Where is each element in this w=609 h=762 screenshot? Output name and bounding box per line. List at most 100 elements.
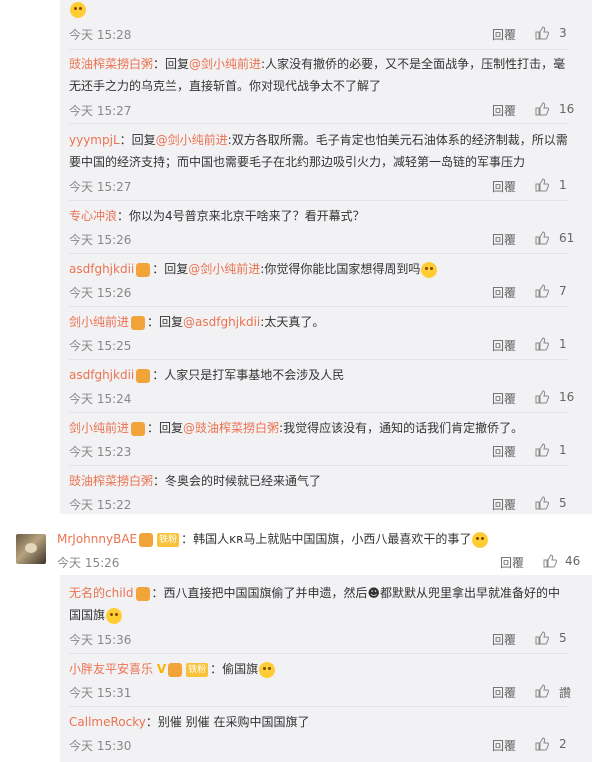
comment-prefix: ：回复 <box>153 57 190 71</box>
like-icon[interactable] <box>535 102 549 116</box>
like-icon[interactable] <box>535 337 549 351</box>
comment-text: ：偷国旗 <box>210 662 259 676</box>
like-icon[interactable] <box>535 496 549 510</box>
comment-user-link[interactable]: 小胖友平安喜乐 <box>69 662 153 676</box>
avatar[interactable] <box>16 534 46 564</box>
comment-time: 今天 15:31 <box>69 686 132 700</box>
comment-time: 今天 15:26 <box>57 556 120 570</box>
comment-item: 剑小纯前进 ：回复@豉油榨菜撈白粥:我觉得应该没有，通知的话我们肯定撤侨了。 今天… <box>69 417 569 466</box>
like-count: 讚 <box>559 686 572 700</box>
vip-badge-icon <box>131 421 146 436</box>
fan-badge: 铁粉 <box>157 532 180 547</box>
emoji-icon <box>472 531 489 548</box>
reply-button[interactable]: 回覆 <box>492 284 516 301</box>
fan-badge: 铁粉 <box>186 662 209 677</box>
like-count: 5 <box>559 631 567 645</box>
comment-text: ：你以为4号普京来北京干啥来了？看开幕式？ <box>117 209 365 223</box>
like-icon[interactable] <box>535 26 549 40</box>
comment-time: 今天 15:27 <box>69 104 132 118</box>
like-count: 16 <box>559 102 575 116</box>
comment-item: 无名的child ：西八直接把中国国旗偷了并申遗，然后☻都默默从兜里拿出早就准备好… <box>69 582 569 654</box>
like-count: 7 <box>559 284 567 298</box>
divider <box>69 253 569 254</box>
emoji-icon <box>259 661 276 678</box>
like-count: 1 <box>559 337 567 351</box>
reply-button[interactable]: 回覆 <box>492 337 516 354</box>
comment-user-link[interactable]: 剑小纯前进 <box>69 315 129 329</box>
like-icon[interactable] <box>535 737 549 751</box>
like-icon[interactable] <box>535 631 549 645</box>
comment-time: 今天 15:36 <box>69 633 132 647</box>
vip-badge-icon <box>135 586 150 601</box>
like-icon[interactable] <box>535 178 549 192</box>
like-icon[interactable] <box>535 443 549 457</box>
comment-user-link[interactable]: CallmeRocky <box>69 715 146 729</box>
mention-link[interactable]: @剑小纯前进 <box>189 57 261 71</box>
comment-item: 剑小纯前进 ：回复@asdfghjkdii:太天真了。 今天 15:25 回覆 1 <box>69 311 569 360</box>
reply-button[interactable]: 回覆 <box>492 178 516 195</box>
like-count: 46 <box>565 554 581 568</box>
reply-button[interactable]: 回覆 <box>492 390 516 407</box>
comment-prefix: ：回复 <box>152 262 189 276</box>
reply-button[interactable]: 回覆 <box>492 684 516 701</box>
like-count: 1 <box>559 178 567 192</box>
comment-time: 今天 15:28 <box>69 28 132 42</box>
like-count: 5 <box>559 496 567 510</box>
reply-button[interactable]: 回覆 <box>492 737 516 754</box>
comment-item: 小胖友平安喜乐 V 铁粉 ：偷国旗 今天 15:31 回覆 讚 <box>69 658 571 707</box>
comment-user-link[interactable]: 豉油榨菜撈白粥 <box>69 474 153 488</box>
comment-time: 今天 15:24 <box>69 392 132 406</box>
vip-badge-icon <box>136 368 151 383</box>
comment-user-link[interactable]: MrJohnnyBAE <box>57 532 137 546</box>
like-icon[interactable] <box>535 390 549 404</box>
comment-time: 今天 15:26 <box>69 233 132 247</box>
mention-link[interactable]: @剑小纯前进 <box>188 262 260 276</box>
comment-item: 专心冲浪：你以为4号普京来北京干啥来了？看开幕式？ 今天 15:26 回覆 61 <box>69 205 574 254</box>
like-count: 1 <box>559 443 567 457</box>
reply-button[interactable]: 回覆 <box>492 102 516 119</box>
comment-text: ：冬奥会的时候就已经来通气了 <box>153 474 322 488</box>
comment-prefix: ：回复 <box>119 133 156 147</box>
comment-user-link[interactable]: asdfghjkdii <box>69 368 134 382</box>
reply-button[interactable]: 回覆 <box>492 443 516 460</box>
like-icon[interactable] <box>535 284 549 298</box>
comment-item: 豉油榨菜撈白粥：冬奥会的时候就已经来通气了 今天 15:22 回覆 5 <box>69 470 569 512</box>
comment-text: ：人家只是打军事基地不会涉及人民 <box>152 368 345 382</box>
comment-time: 今天 15:26 <box>69 286 132 300</box>
divider <box>69 200 569 201</box>
comment-item: CallmeRocky：别催 别催 在采购中国国旗了 今天 15:30 回覆 2 <box>69 711 569 753</box>
like-icon[interactable] <box>535 684 549 698</box>
reply-button[interactable]: 回覆 <box>492 231 516 248</box>
reply-button[interactable]: 回覆 <box>492 496 516 513</box>
comment-user-link[interactable]: 无名的child <box>69 586 134 600</box>
mention-link[interactable]: @豉油榨菜撈白粥 <box>183 421 279 435</box>
comment-prefix: ：回复 <box>147 421 184 435</box>
comment-text: ：别催 别催 在采购中国国旗了 <box>145 715 310 729</box>
reply-button[interactable]: 回覆 <box>492 631 516 648</box>
mention-link[interactable]: @剑小纯前进 <box>156 133 228 147</box>
vip-badge-icon <box>139 532 154 547</box>
comment-time: 今天 15:27 <box>69 180 132 194</box>
comment-user-link[interactable]: yyympjL <box>69 133 120 147</box>
comment-user-link[interactable]: 专心冲浪 <box>69 209 117 223</box>
like-icon[interactable] <box>543 554 557 568</box>
comment-text: :太天真了。 <box>260 315 325 329</box>
comment-item: yyympjL：回复@剑小纯前进:双方各取所需。毛子肯定也怕美元石油体系的经济制… <box>69 129 569 201</box>
like-icon[interactable] <box>535 231 549 245</box>
divider <box>69 653 569 654</box>
comment-time: 今天 15:22 <box>69 498 132 512</box>
comment-user-link[interactable]: asdfghjkdii <box>69 262 134 276</box>
reply-button[interactable]: 回覆 <box>492 26 516 43</box>
reply-button[interactable]: 回覆 <box>500 554 524 571</box>
divider <box>69 706 569 707</box>
comment-user-link[interactable]: 剑小纯前进 <box>69 421 129 435</box>
comment-item: asdfghjkdii ：回复@剑小纯前进:你觉得你能比国家想得周到吗 今天 15… <box>69 258 569 307</box>
divider <box>69 359 569 360</box>
divider <box>69 123 569 124</box>
emoji-icon <box>70 2 86 18</box>
vip-badge-icon <box>136 262 151 277</box>
comment-prefix: ：回复 <box>147 315 184 329</box>
comment-user-link[interactable]: 豉油榨菜撈白粥 <box>69 57 153 71</box>
divider <box>69 465 569 466</box>
mention-link[interactable]: @asdfghjkdii <box>183 315 260 329</box>
